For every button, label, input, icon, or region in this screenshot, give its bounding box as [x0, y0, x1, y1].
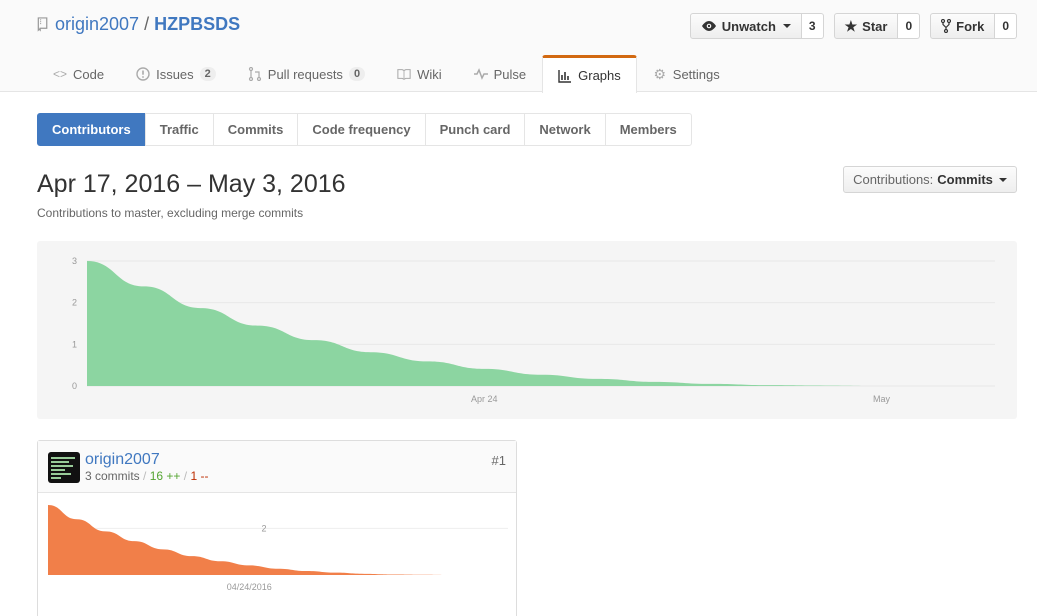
star-group: ★ Star 0	[833, 13, 921, 39]
contributions-select-value: Commits	[937, 172, 993, 187]
date-range-title: Apr 17, 2016 – May 3, 2016	[37, 170, 346, 198]
y-tick-label: 1	[72, 339, 77, 349]
watch-count[interactable]: 3	[801, 13, 824, 39]
star-count[interactable]: 0	[898, 13, 921, 39]
watch-group: Unwatch 3	[689, 13, 824, 39]
tab-pull-requests[interactable]: Pull requests 0	[232, 55, 381, 92]
contributions-type-select[interactable]: Contributions: Commits	[843, 166, 1017, 193]
repo-name-link[interactable]: HZPBSDS	[154, 14, 240, 35]
tab-code[interactable]: <> Code	[37, 55, 120, 92]
repo-nav: <> Code Issues 2 Pull requests 0 Wiki Pu…	[37, 55, 736, 93]
unwatch-label: Unwatch	[721, 18, 776, 34]
x-tick-label: 04/24/2016	[227, 582, 272, 592]
pulse-icon	[473, 68, 488, 80]
star-button[interactable]: ★ Star	[833, 13, 899, 39]
subnav-network[interactable]: Network	[524, 113, 606, 146]
tab-pulse[interactable]: Pulse	[458, 55, 543, 92]
stat-separator: /	[183, 469, 188, 483]
repo-icon	[37, 17, 48, 32]
gear-icon: ⚙	[653, 65, 667, 82]
fork-label: Fork	[956, 18, 985, 34]
tab-settings[interactable]: ⚙ Settings	[637, 55, 736, 92]
fork-count[interactable]: 0	[995, 13, 1017, 39]
avatar[interactable]	[48, 452, 80, 483]
main-contributions-graph: 0 1 2 3 Apr 24 May	[37, 241, 1017, 419]
y-tick-label: 3	[72, 256, 77, 266]
date-range-subtitle: Contributions to master, excluding merge…	[37, 206, 304, 220]
code-icon: <>	[53, 67, 68, 81]
contributor-card: origin2007 3 commits / 16 ++ / 1 -- #1 2…	[37, 440, 517, 616]
tab-pull-requests-label: Pull requests	[267, 66, 343, 82]
repo-title: origin2007 / HZPBSDS	[37, 14, 240, 35]
chevron-down-icon	[998, 177, 1007, 182]
series-area	[87, 261, 995, 386]
contributor-stats: 3 commits / 16 ++ / 1 --	[85, 469, 208, 483]
tab-wiki[interactable]: Wiki	[381, 55, 458, 92]
fork-icon	[941, 19, 952, 33]
subnav-contributors[interactable]: Contributors	[37, 113, 146, 146]
issues-counter: 2	[199, 67, 216, 81]
book-icon	[397, 69, 411, 80]
tab-issues-label: Issues	[156, 66, 194, 82]
deletions-count: 1 --	[190, 469, 209, 483]
tab-issues[interactable]: Issues 2	[120, 55, 232, 92]
y-tick-label: 0	[72, 381, 77, 391]
tab-wiki-label: Wiki	[417, 66, 442, 82]
subnav-commits[interactable]: Commits	[212, 113, 299, 146]
subnav-traffic[interactable]: Traffic	[144, 113, 214, 146]
repo-actions: Unwatch 3 ★ Star 0 Fork 0	[689, 13, 1017, 39]
subnav-code-frequency[interactable]: Code frequency	[297, 113, 426, 146]
tab-settings-label: Settings	[672, 66, 720, 82]
contributions-select-label: Contributions:	[853, 172, 934, 187]
y-tick-label: 2	[261, 523, 266, 533]
repo-owner-link[interactable]: origin2007	[55, 14, 139, 35]
commit-count-link[interactable]: 3 commits	[85, 469, 140, 483]
tab-code-label: Code	[73, 66, 105, 82]
unwatch-button[interactable]: Unwatch	[689, 13, 802, 39]
main-area-chart: 0 1 2 3 Apr 24 May	[72, 256, 995, 404]
contributor-rank: #1	[491, 453, 506, 468]
issue-icon	[136, 67, 150, 81]
subnav-members[interactable]: Members	[604, 113, 692, 146]
series-area	[48, 505, 508, 575]
repo-separator: /	[144, 14, 150, 34]
y-tick-label: 2	[72, 298, 77, 308]
star-label: Star	[862, 18, 888, 34]
eye-icon	[701, 21, 716, 31]
star-icon: ★	[844, 17, 858, 34]
contributor-area-chart: 2 04/24/2016	[48, 505, 508, 592]
graph-icon	[558, 69, 572, 83]
fork-button[interactable]: Fork	[930, 13, 996, 39]
tab-pulse-label: Pulse	[493, 66, 527, 82]
chevron-down-icon	[782, 24, 791, 28]
x-tick-label: May	[873, 394, 891, 404]
subnav-punch-card[interactable]: Punch card	[424, 113, 526, 146]
graphs-subnav: Contributors Traffic Commits Code freque…	[37, 113, 692, 146]
contributor-card-header: origin2007 3 commits / 16 ++ / 1 -- #1	[38, 441, 516, 493]
fork-group: Fork 0	[930, 13, 1017, 39]
tab-graphs-label: Graphs	[578, 68, 621, 83]
repo-header: origin2007 / HZPBSDS Unwatch 3 ★ Star 0 …	[0, 0, 1037, 93]
tab-graphs[interactable]: Graphs	[542, 55, 637, 93]
x-tick-label: Apr 24	[471, 394, 498, 404]
pulls-counter: 0	[348, 67, 366, 81]
stat-separator: /	[143, 469, 147, 483]
contributor-name-link[interactable]: origin2007	[85, 451, 160, 469]
additions-count: 16 ++	[149, 469, 181, 483]
pull-request-icon	[248, 67, 261, 81]
